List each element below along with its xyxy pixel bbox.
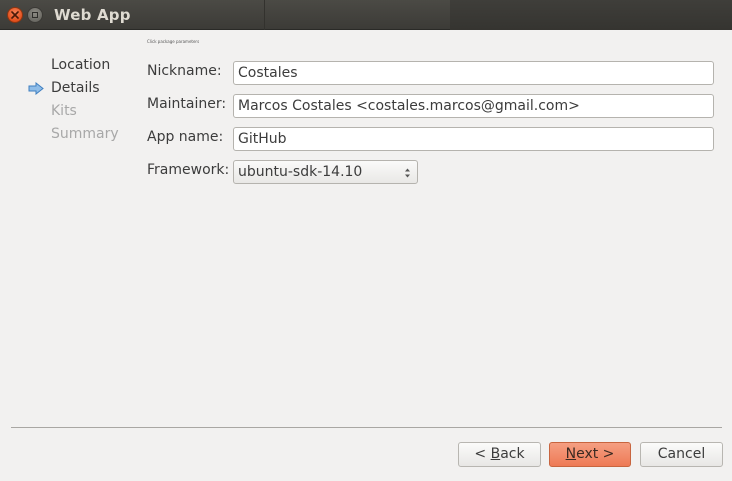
back-rest: ack	[500, 446, 525, 462]
maximize-icon	[32, 12, 38, 18]
wizard-content: Location Details Kits Summary Click pack…	[0, 30, 732, 481]
next-mnemonic: N	[565, 446, 577, 462]
framework-row: Framework: ubuntu-sdk-14.10	[147, 160, 447, 184]
framework-label: Framework:	[147, 162, 230, 178]
close-window-button[interactable]	[7, 7, 23, 23]
web-app-window: Web App Location Details Kits Summary Cl…	[0, 0, 732, 481]
nickname-row: Nickname:	[147, 61, 714, 85]
nickname-label: Nickname:	[147, 63, 222, 79]
framework-value: ubuntu-sdk-14.10	[238, 164, 363, 180]
next-button[interactable]: Next >	[549, 442, 631, 467]
next-rest: ext >	[576, 446, 615, 462]
back-button[interactable]: < Back	[458, 442, 541, 467]
page-subtitle: Click package parameters	[147, 39, 200, 44]
back-mnemonic: B	[490, 446, 501, 462]
close-icon	[11, 11, 19, 19]
footer-divider	[11, 427, 722, 428]
step-summary: Summary	[0, 123, 140, 146]
title-bar[interactable]: Web App	[0, 0, 732, 30]
step-label: Location	[51, 57, 111, 73]
title-bar-seam	[264, 0, 265, 30]
step-kits: Kits	[0, 100, 140, 123]
step-label: Kits	[51, 103, 77, 119]
nickname-input[interactable]	[233, 61, 714, 85]
framework-select[interactable]: ubuntu-sdk-14.10	[233, 160, 418, 184]
spinner-arrows-icon	[405, 168, 410, 178]
maintainer-input[interactable]	[233, 94, 714, 118]
step-location: Location	[0, 54, 140, 77]
app-name-label: App name:	[147, 129, 224, 145]
title-bar-strip	[450, 0, 732, 30]
maintainer-label: Maintainer:	[147, 96, 227, 112]
step-details: Details	[0, 77, 140, 100]
back-prefix: <	[474, 446, 491, 462]
wizard-steps: Location Details Kits Summary	[0, 54, 140, 146]
app-name-input[interactable]	[233, 127, 714, 151]
current-step-arrow-icon	[28, 82, 44, 95]
maximize-window-button[interactable]	[27, 7, 43, 23]
maintainer-row: Maintainer:	[147, 94, 714, 118]
cancel-button[interactable]: Cancel	[640, 442, 723, 467]
step-label: Summary	[51, 126, 119, 142]
step-label: Details	[51, 80, 100, 96]
app-name-row: App name:	[147, 127, 714, 151]
window-title: Web App	[54, 6, 131, 24]
